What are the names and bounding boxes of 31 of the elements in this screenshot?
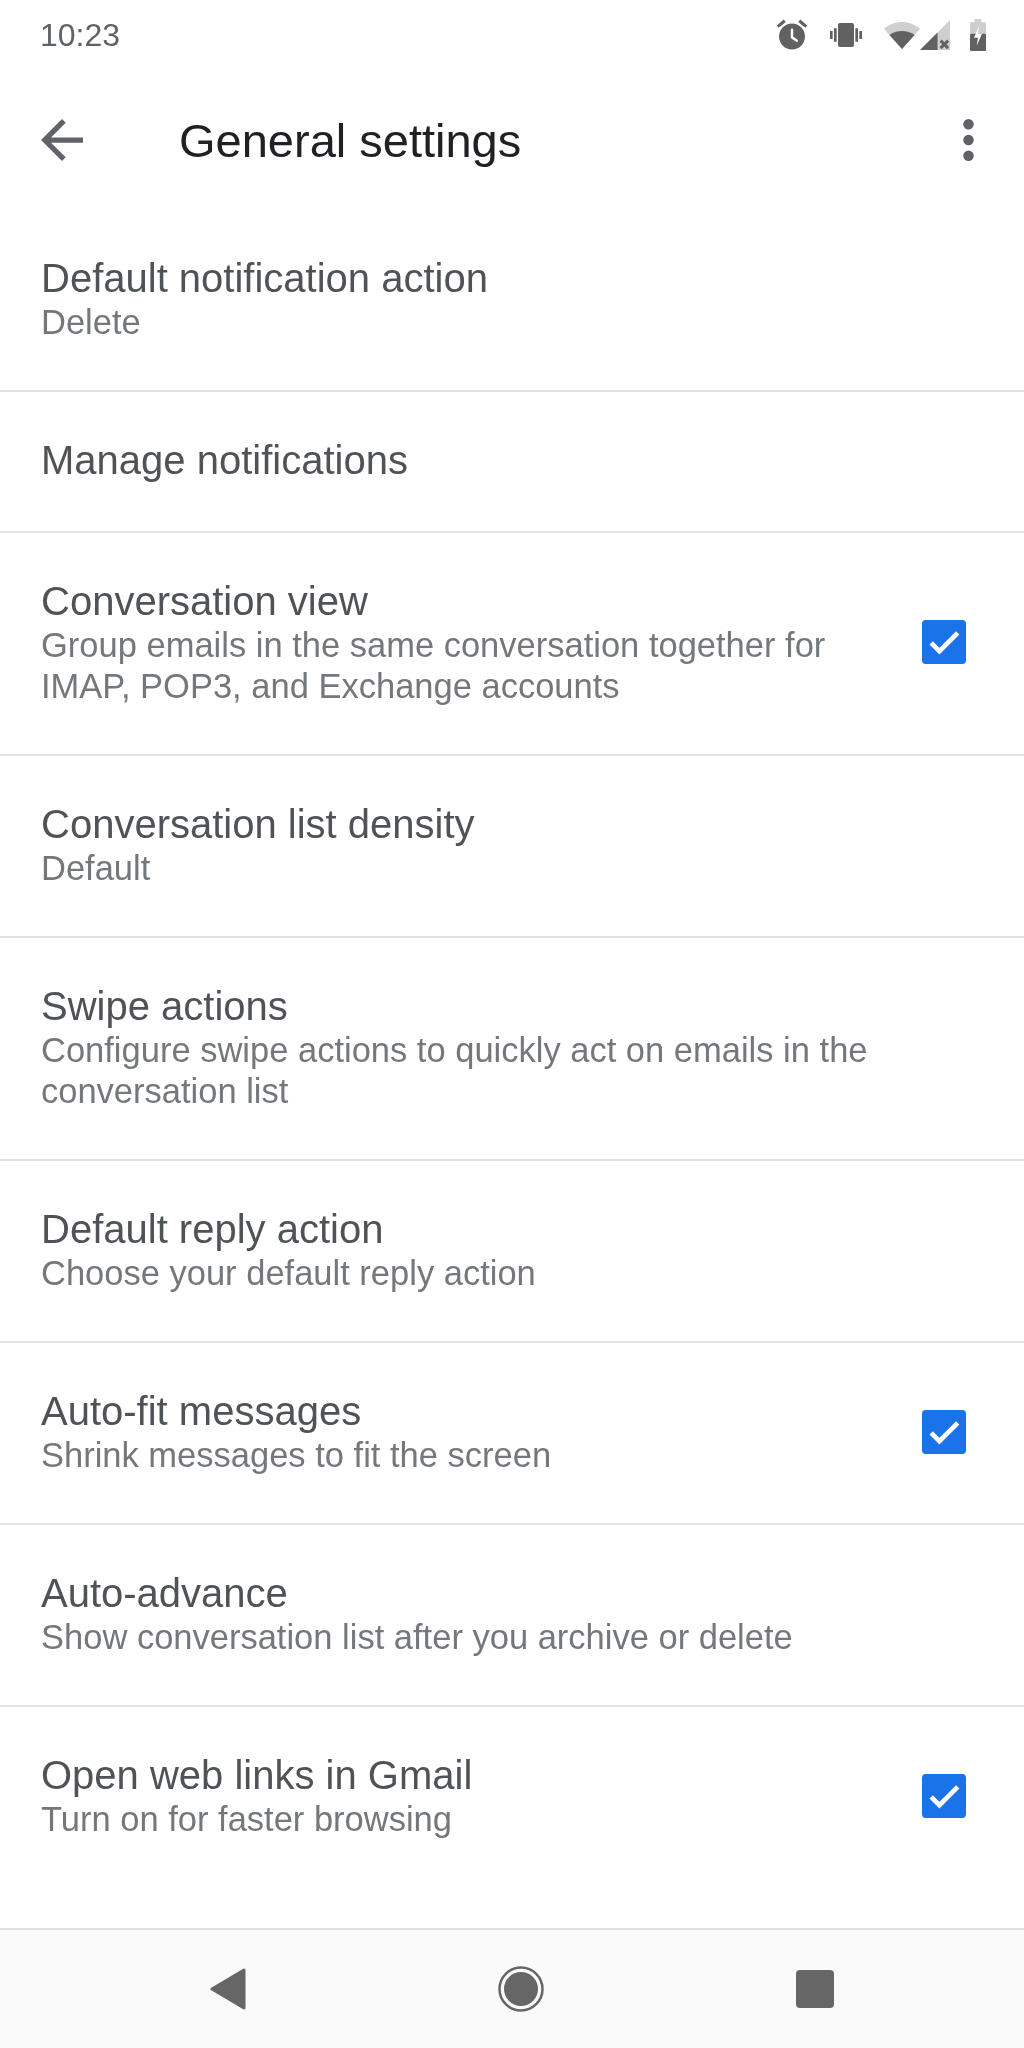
setting-summary: Configure swipe actions to quickly act on emails in the conversation list [41, 1030, 869, 1112]
setting-title[interactable]: Swipe actions [41, 982, 288, 1030]
setting-title[interactable]: Conversation view [41, 577, 368, 625]
home-circle-icon[interactable] [498, 1966, 544, 2012]
checkbox[interactable] [922, 620, 966, 664]
checkbox[interactable] [922, 1773, 966, 1818]
setting-title[interactable]: Manage notifications [41, 436, 408, 484]
setting-title[interactable]: Auto-advance [41, 1569, 288, 1617]
status-time: 10:23 [40, 16, 121, 54]
wifi-icon [884, 21, 920, 49]
battery-charging-icon [970, 19, 986, 51]
checkbox[interactable] [922, 1409, 966, 1454]
more-options-icon [962, 119, 974, 161]
setting-summary: Shrink messages to fit the screen [41, 1435, 552, 1476]
signal-icon [920, 20, 950, 50]
setting-summary: Choose your default reply action [41, 1253, 536, 1294]
setting-summary: Show conversation list after you archive or delete [41, 1617, 793, 1658]
back-arrow-icon [41, 119, 83, 161]
setting-title[interactable]: Default reply action [41, 1205, 384, 1253]
setting-title[interactable]: Default notification action [41, 254, 488, 302]
setting-title[interactable]: Auto-fit messages [41, 1387, 362, 1435]
setting-summary: Group emails in the same conversation together for IMAP, POP3, and Exchange accounts [41, 625, 827, 707]
alarm-icon [776, 19, 808, 51]
screen-title: General settings [179, 112, 523, 168]
setting-summary: Delete [41, 302, 141, 343]
setting-title[interactable]: Open web links in Gmail [41, 1751, 473, 1799]
setting-summary: Default [41, 848, 151, 889]
setting-summary: Turn on for faster browsing [41, 1799, 452, 1840]
vibrate-icon [830, 23, 862, 47]
back-triangle-icon[interactable] [210, 1968, 246, 2010]
setting-title[interactable]: Conversation list density [41, 800, 475, 848]
